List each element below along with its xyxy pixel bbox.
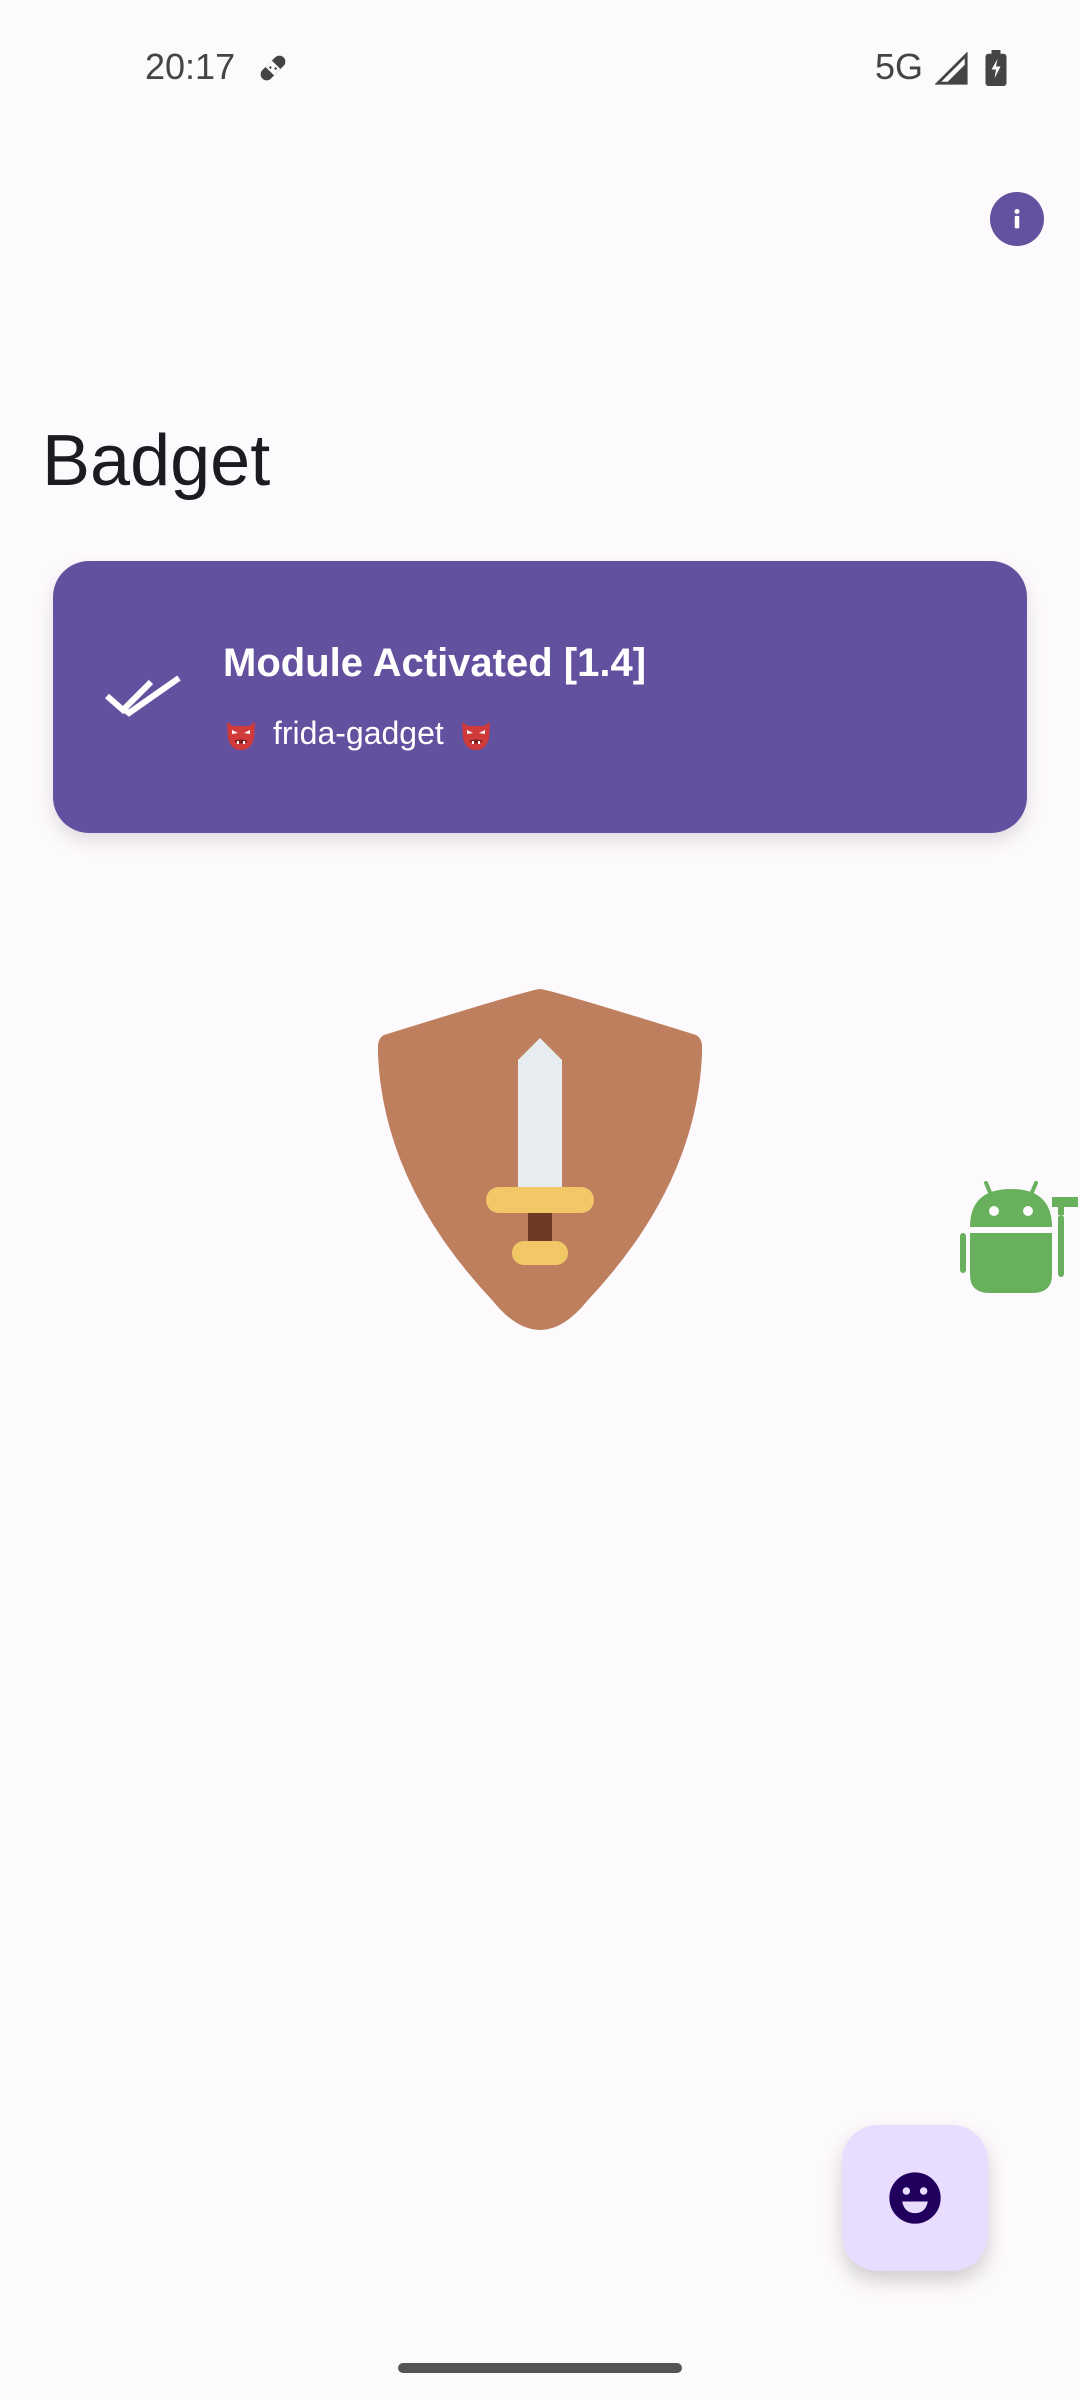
card-title: Module Activated [1.4] — [223, 641, 647, 685]
signal-icon — [935, 52, 968, 85]
status-bar: 20:17 5G — [0, 0, 1080, 140]
info-icon — [1014, 209, 1020, 229]
card-subtitle-row: frida-gadget — [223, 715, 494, 752]
page-title: Badget — [42, 421, 271, 501]
card-subtitle: frida-gadget — [273, 715, 444, 751]
battery-charging-icon — [985, 50, 1007, 86]
goblin-mask-icon — [461, 721, 490, 750]
network-type: 5G — [875, 46, 924, 87]
home-indicator[interactable] — [398, 2363, 682, 2373]
shield-sword-icon — [378, 989, 702, 1330]
feedback-fab[interactable] — [842, 2125, 988, 2271]
bandage-icon — [260, 55, 286, 81]
info-button[interactable] — [990, 192, 1044, 246]
module-status-card[interactable]: Module Activated [1.4] frida-gadget — [53, 561, 1027, 833]
status-time: 20:17 — [145, 46, 236, 87]
smiley-icon — [889, 2172, 941, 2224]
android-builder-icon — [960, 1181, 1078, 1293]
double-check-icon — [105, 675, 181, 717]
goblin-mask-icon — [227, 721, 255, 750]
